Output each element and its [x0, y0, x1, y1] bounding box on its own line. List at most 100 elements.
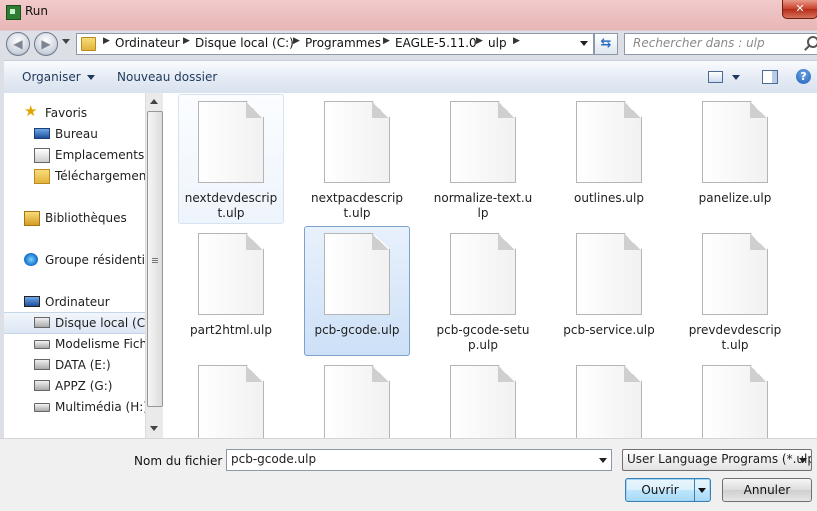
- search-input[interactable]: Rechercher dans : ulp: [624, 33, 817, 55]
- file-item[interactable]: [304, 358, 410, 438]
- chevron-right-icon[interactable]: ▶: [183, 36, 190, 46]
- close-button[interactable]: ✕: [782, 0, 817, 19]
- file-list: nextdevdescript.ulp nextpacdescript.ulp no…: [163, 93, 817, 438]
- nav-label: DATA (E:): [55, 358, 111, 372]
- nav-label: Multimédia (H:): [55, 400, 145, 414]
- nav-scrollbar[interactable]: [145, 93, 163, 438]
- navigation-pane: ★ Favoris Bureau Emplacements ré Télécha…: [4, 93, 145, 438]
- file-item[interactable]: [178, 358, 284, 438]
- nav-drive-appz[interactable]: APPZ (G:): [4, 376, 145, 396]
- address-dropdown-icon[interactable]: [580, 41, 588, 46]
- document-icon: [576, 365, 642, 438]
- filetype-select[interactable]: User Language Programs (*.ulp: [622, 449, 812, 471]
- breadcrumb-disque-local[interactable]: Disque local (C:): [195, 36, 294, 50]
- drive-icon: [34, 403, 50, 412]
- nav-homegroup[interactable]: Groupe résidentiel: [4, 250, 145, 270]
- scroll-up-icon[interactable]: [150, 99, 158, 104]
- chevron-down-icon[interactable]: [799, 458, 807, 463]
- chevron-right-icon[interactable]: ▶: [103, 36, 110, 46]
- nav-downloads[interactable]: Téléchargements: [4, 166, 145, 186]
- document-icon: [324, 233, 390, 315]
- search-icon[interactable]: [807, 36, 817, 48]
- recent-pages-dropdown-icon[interactable]: [62, 39, 70, 44]
- file-name: pcb-service.ulp: [563, 323, 655, 337]
- scrollbar-thumb[interactable]: [147, 111, 163, 407]
- file-item[interactable]: [430, 358, 536, 438]
- help-icon[interactable]: ?: [796, 69, 811, 84]
- chevron-right-icon[interactable]: ▶: [513, 36, 520, 46]
- file-item[interactable]: nextpacdescript.ulp: [304, 94, 410, 224]
- split-divider: [694, 479, 695, 501]
- filename-dropdown-icon[interactable]: [599, 458, 607, 463]
- chevron-right-icon[interactable]: ▶: [293, 36, 300, 46]
- open-options-icon[interactable]: [698, 488, 706, 493]
- filename-input[interactable]: pcb-gcode.ulp: [226, 449, 612, 471]
- file-name: normalize-text.ulp: [433, 191, 533, 220]
- nav-computer[interactable]: Ordinateur: [4, 292, 145, 312]
- file-item[interactable]: prevdevdescript.ulp: [682, 226, 788, 356]
- file-item[interactable]: [556, 358, 662, 438]
- chevron-right-icon[interactable]: ▶: [476, 36, 483, 46]
- computer-icon: [24, 296, 40, 307]
- nav-label: Bureau: [55, 127, 98, 141]
- nav-desktop[interactable]: Bureau: [4, 124, 145, 144]
- breadcrumb-programmes[interactable]: Programmes: [305, 36, 381, 50]
- window-title: Run: [25, 4, 49, 18]
- filename-label: Nom du fichier :: [134, 454, 231, 468]
- scroll-down-icon[interactable]: [150, 426, 158, 431]
- nav-recent-places[interactable]: Emplacements ré: [4, 145, 145, 165]
- file-item[interactable]: pcb-gcode.ulp: [304, 226, 410, 356]
- document-icon: [576, 233, 642, 315]
- file-name: outlines.ulp: [574, 191, 644, 205]
- nav-label: Emplacements ré: [55, 148, 145, 162]
- file-name: pcb-gcode-setup.ulp: [436, 323, 530, 352]
- nav-drive-c[interactable]: Disque local (C:): [4, 312, 145, 334]
- file-item[interactable]: panelize.ulp: [682, 94, 788, 224]
- file-item[interactable]: pcb-gcode-setup.ulp: [430, 226, 536, 356]
- file-item[interactable]: outlines.ulp: [556, 94, 662, 224]
- chevron-right-icon[interactable]: ▶: [383, 36, 390, 46]
- drive-icon: [34, 340, 50, 349]
- document-icon: [450, 233, 516, 315]
- document-icon: [702, 101, 768, 183]
- nav-label: Modelisme Fichie: [55, 337, 145, 351]
- refresh-button[interactable]: ⇆: [594, 33, 618, 55]
- nav-label: Ordinateur: [45, 295, 110, 309]
- views-dropdown-icon[interactable]: [732, 75, 740, 80]
- run-dialog: Run ✕ ◀ ▶ ▶ Ordinateur ▶ Disque local (C…: [0, 0, 817, 511]
- file-name: nextdevdescript.ulp: [184, 191, 278, 220]
- document-icon: [702, 233, 768, 315]
- nav-drive-modelisme[interactable]: Modelisme Fichie: [4, 334, 145, 354]
- file-item[interactable]: [682, 358, 788, 438]
- file-item[interactable]: nextdevdescript.ulp: [178, 94, 284, 224]
- forward-button[interactable]: ▶: [34, 32, 58, 56]
- views-icon[interactable]: [708, 71, 723, 83]
- breadcrumb-ordinateur[interactable]: Ordinateur: [115, 36, 180, 50]
- preview-pane-icon[interactable]: [762, 70, 778, 84]
- file-item[interactable]: pcb-service.ulp: [556, 226, 662, 356]
- nav-label: Téléchargements: [55, 169, 145, 183]
- nav-libraries[interactable]: Bibliothèques: [4, 208, 145, 228]
- star-icon: ★: [24, 102, 38, 120]
- new-folder-button[interactable]: Nouveau dossier: [117, 70, 217, 84]
- nav-drive-data[interactable]: DATA (E:): [4, 355, 145, 375]
- nav-favorites[interactable]: ★ Favoris: [4, 103, 145, 123]
- file-name: prevdevdescript.ulp: [688, 323, 782, 352]
- search-placeholder: Rechercher dans : ulp: [633, 36, 765, 50]
- document-icon: [324, 365, 390, 438]
- cancel-button[interactable]: Annuler: [722, 478, 812, 502]
- address-bar[interactable]: ▶ Ordinateur ▶ Disque local (C:) ▶ Progr…: [76, 33, 594, 55]
- title-bar: Run ✕: [0, 0, 817, 28]
- breadcrumb-eagle[interactable]: EAGLE-5.11.0: [395, 36, 477, 50]
- file-item[interactable]: part2html.ulp: [178, 226, 284, 356]
- organize-menu-button[interactable]: Organiser: [22, 70, 95, 84]
- back-button[interactable]: ◀: [6, 32, 30, 56]
- document-icon: [198, 233, 264, 315]
- file-name: pcb-gcode.ulp: [314, 323, 400, 337]
- document-icon: [702, 365, 768, 438]
- file-item[interactable]: normalize-text.ulp: [430, 94, 536, 224]
- nav-drive-multimedia[interactable]: Multimédia (H:): [4, 397, 145, 417]
- breadcrumb-ulp[interactable]: ulp: [488, 36, 507, 50]
- document-icon: [324, 101, 390, 183]
- open-button[interactable]: Ouvrir: [625, 478, 711, 502]
